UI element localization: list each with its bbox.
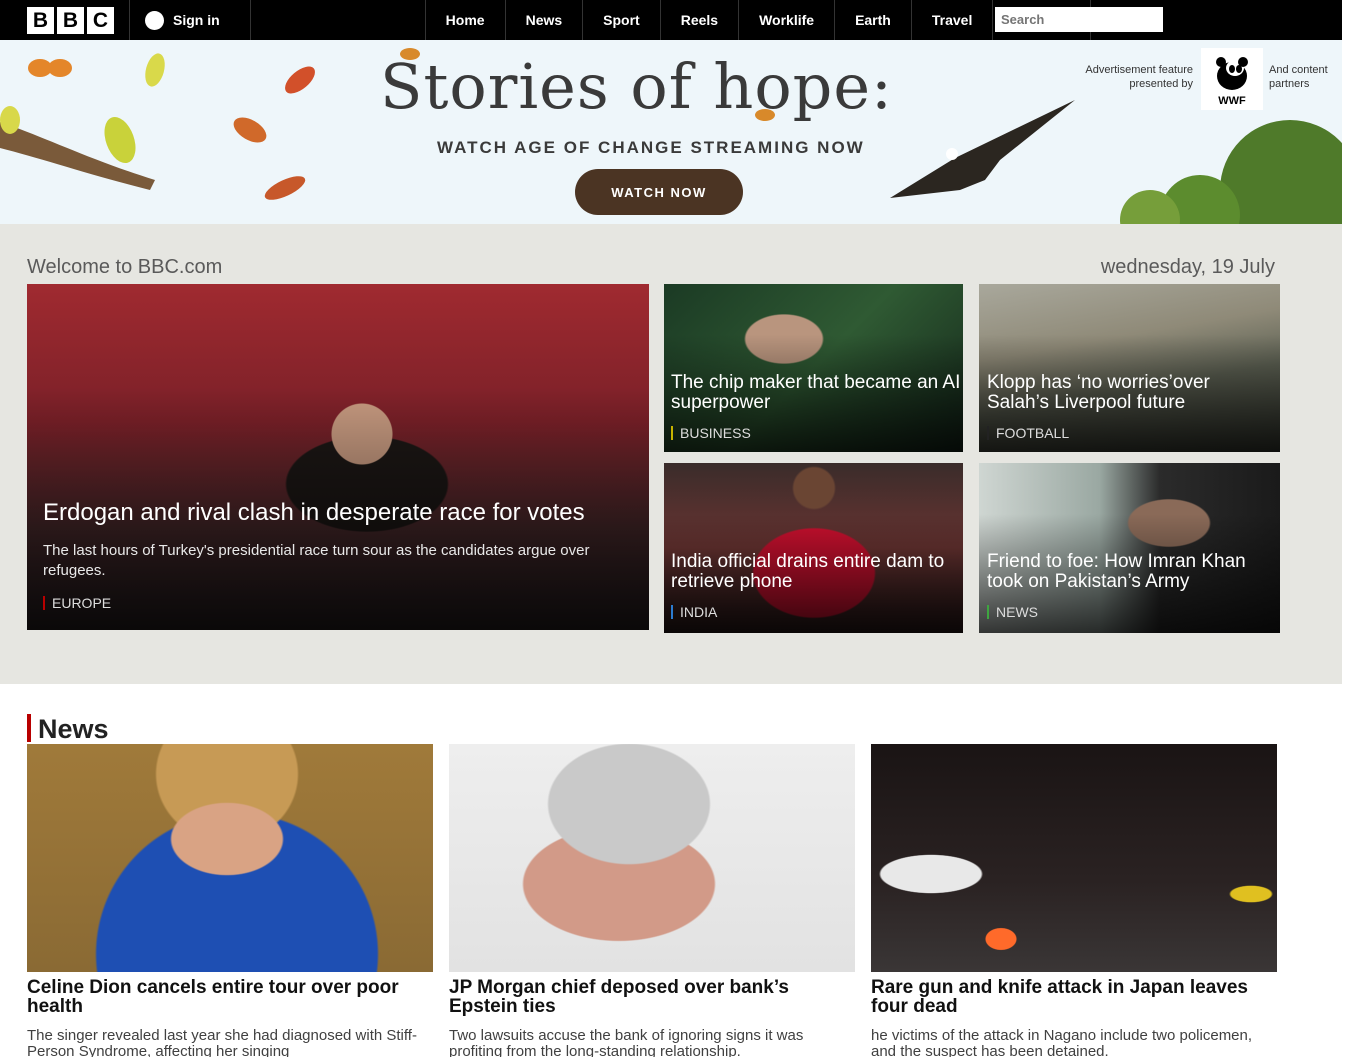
current-date: wednesday, 19 July bbox=[1100, 256, 1275, 278]
hero-story-summary: The last hours of Turkey's presidential … bbox=[43, 542, 590, 579]
sign-in-label: Sign in bbox=[173, 12, 220, 28]
logo-letter: B bbox=[57, 6, 84, 34]
nav-item-home[interactable]: Home bbox=[424, 0, 505, 40]
top-story-headline[interactable]: The chip maker that became an AI superpo… bbox=[671, 373, 961, 413]
news-card-summary: he victims of the attack in Nagano inclu… bbox=[871, 1027, 1253, 1057]
bbc-logo[interactable]: B B C bbox=[27, 6, 114, 34]
hero-story-headline[interactable]: Erdogan and rival clash in desperate rac… bbox=[43, 500, 585, 526]
top-story-card[interactable]: Klopp has ‘no worries’over Salah’s Liver… bbox=[979, 284, 1280, 452]
news-card-headline[interactable]: Rare gun and knife attack in Japan leave… bbox=[871, 978, 1277, 1016]
partners-line: partners bbox=[1269, 78, 1310, 90]
logo-letter: B bbox=[27, 6, 54, 34]
top-story-card[interactable]: The chip maker that became an AI superpo… bbox=[664, 284, 963, 452]
search-input[interactable] bbox=[995, 7, 1163, 32]
news-card[interactable]: JP Morgan chief deposed over bank’s Epst… bbox=[449, 744, 855, 1057]
watch-now-button[interactable]: WATCH NOW bbox=[575, 169, 743, 215]
top-story-card[interactable]: Friend to foe: How Imran Khan took on Pa… bbox=[979, 463, 1280, 633]
news-section-title[interactable]: News bbox=[27, 714, 109, 744]
top-story-headline[interactable]: Friend to foe: How Imran Khan took on Pa… bbox=[987, 552, 1277, 592]
news-card[interactable]: Rare gun and knife attack in Japan leave… bbox=[871, 744, 1277, 1057]
banner-title: Stories of hope: bbox=[380, 50, 893, 123]
top-story-card[interactable]: India official drains entire dam to retr… bbox=[664, 463, 963, 633]
hero-story-card[interactable]: Erdogan and rival clash in desperate rac… bbox=[27, 284, 649, 630]
nav-item-news[interactable]: News bbox=[504, 0, 583, 40]
hero-story-tag[interactable]: EUROPE bbox=[43, 596, 111, 610]
top-story-headline[interactable]: India official drains entire dam to retr… bbox=[671, 552, 961, 592]
banner-subtitle: WATCH AGE OF CHANGE STREAMING NOW bbox=[437, 138, 865, 157]
top-story-tag[interactable]: INDIA bbox=[671, 605, 717, 619]
news-card-headline[interactable]: JP Morgan chief deposed over bank’s Epst… bbox=[449, 978, 855, 1016]
page: B B C Sign in Home News Sport Reels Work… bbox=[0, 0, 1342, 1057]
news-card-summary: Two lawsuits accuse the bank of ignoring… bbox=[449, 1027, 804, 1057]
ad-feature-line: presented by bbox=[1129, 78, 1193, 90]
news-card-headline[interactable]: Celine Dion cancels entire tour over poo… bbox=[27, 978, 433, 1016]
nav-item-reels[interactable]: Reels bbox=[659, 0, 738, 40]
news-card-image bbox=[871, 744, 1277, 972]
panda-icon bbox=[1216, 57, 1248, 90]
nav-item-sport[interactable]: Sport bbox=[582, 0, 660, 40]
top-story-tag[interactable]: FOOTBALL bbox=[987, 426, 1069, 440]
welcome-section: Welcome to BBC.com wednesday, 19 July Er… bbox=[0, 224, 1342, 684]
logo-letter: C bbox=[87, 6, 114, 34]
nav-item-earth[interactable]: Earth bbox=[834, 0, 911, 40]
partners-line: And content bbox=[1269, 64, 1328, 76]
news-card-summary: The singer revealed last year she had di… bbox=[27, 1027, 417, 1057]
top-navigation-bar: B B C Sign in Home News Sport Reels Work… bbox=[0, 0, 1342, 40]
news-card[interactable]: Celine Dion cancels entire tour over poo… bbox=[27, 744, 433, 1057]
welcome-title: Welcome to BBC.com bbox=[27, 256, 223, 278]
main-nav: Home News Sport Reels Worklife Earth Tra… bbox=[424, 0, 1091, 40]
ad-feature-label: Advertisement feature presented by bbox=[1035, 63, 1193, 91]
wwf-logo[interactable]: WWF bbox=[1201, 48, 1263, 110]
partners-label: And content partners bbox=[1269, 63, 1328, 91]
nav-item-travel[interactable]: Travel bbox=[910, 0, 992, 40]
top-story-tag[interactable]: NEWS bbox=[987, 605, 1038, 619]
user-icon bbox=[145, 10, 164, 30]
ad-feature-line: Advertisement feature bbox=[1085, 64, 1193, 76]
sign-in-button[interactable]: Sign in bbox=[129, 0, 251, 40]
top-story-headline[interactable]: Klopp has ‘no worries’over Salah’s Liver… bbox=[987, 373, 1277, 413]
news-card-image bbox=[449, 744, 855, 972]
advertisement-banner[interactable]: Stories of hope: WATCH AGE OF CHANGE STR… bbox=[0, 40, 1342, 224]
news-card-image bbox=[27, 744, 433, 972]
wwf-label: WWF bbox=[1218, 95, 1246, 107]
top-story-tag[interactable]: BUSINESS bbox=[671, 426, 751, 440]
nav-item-worklife[interactable]: Worklife bbox=[738, 0, 834, 40]
